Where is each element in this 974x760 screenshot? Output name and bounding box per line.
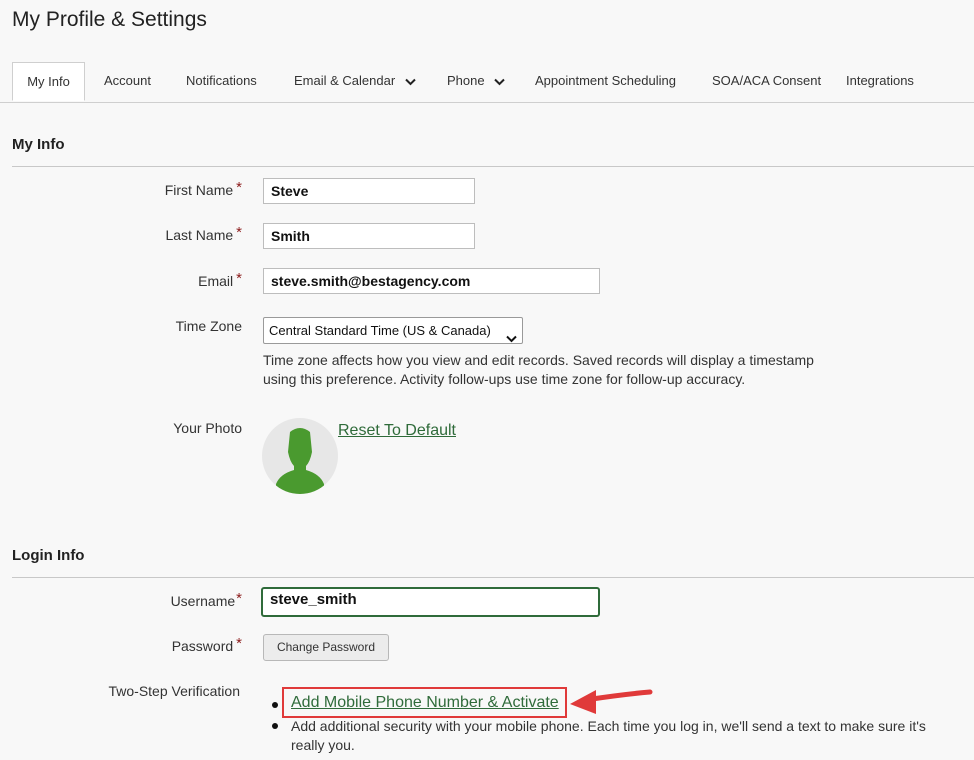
tab-label: SOA/ACA Consent bbox=[712, 73, 822, 88]
tab-appointment-scheduling[interactable]: Appointment Scheduling bbox=[535, 62, 676, 101]
tab-label: Phone bbox=[447, 73, 485, 88]
tab-label: Email & Calendar bbox=[294, 73, 396, 88]
username-field[interactable]: steve_smith bbox=[261, 587, 600, 617]
tab-label: Account bbox=[104, 73, 151, 88]
email-field[interactable]: steve.smith@bestagency.com bbox=[263, 268, 600, 294]
divider bbox=[12, 577, 974, 578]
required-mark: * bbox=[236, 179, 242, 196]
tab-notifications[interactable]: Notifications bbox=[186, 62, 257, 101]
bullet bbox=[272, 702, 278, 708]
red-arrow-icon bbox=[570, 689, 653, 714]
tab-integrations[interactable]: Integrations bbox=[846, 62, 914, 101]
email-label: Email * bbox=[198, 270, 242, 289]
username-label: Username* bbox=[170, 590, 242, 609]
first-name-field[interactable]: Steve bbox=[263, 178, 475, 204]
password-label: Password * bbox=[171, 635, 242, 654]
change-password-button[interactable]: Change Password bbox=[263, 634, 389, 661]
tab-soa-aca-consent[interactable]: SOA/ACA Consent bbox=[712, 62, 821, 101]
required-mark: * bbox=[236, 270, 242, 287]
tab-phone[interactable]: Phone bbox=[447, 62, 505, 101]
section-title-my-info: My Info bbox=[12, 136, 65, 153]
time-zone-select[interactable]: Central Standard Time (US & Canada) bbox=[263, 317, 523, 344]
tab-account[interactable]: Account bbox=[104, 62, 151, 101]
user-silhouette-icon bbox=[276, 428, 324, 494]
two-step-label: Two-Step Verification bbox=[108, 683, 240, 699]
divider bbox=[12, 166, 974, 167]
tab-label: My Info bbox=[27, 74, 70, 89]
two-step-description: Add additional security with your mobile… bbox=[291, 718, 926, 753]
required-mark: * bbox=[236, 224, 242, 241]
time-zone-selected: Central Standard Time (US & Canada) bbox=[269, 323, 491, 338]
chevron-down-icon bbox=[405, 63, 416, 101]
annotation-highlight bbox=[282, 687, 567, 718]
tab-label: Notifications bbox=[186, 73, 257, 88]
required-mark: * bbox=[236, 635, 242, 652]
time-zone-help-text: Time zone affects how you view and edit … bbox=[263, 352, 814, 387]
tab-email-calendar[interactable]: Email & Calendar bbox=[294, 62, 416, 101]
tab-bar: My Info Account Notifications Email & Ca… bbox=[0, 62, 974, 103]
required-mark: * bbox=[236, 590, 242, 607]
photo-label: Your Photo bbox=[173, 420, 242, 436]
last-name-label: Last Name * bbox=[165, 224, 242, 243]
reset-photo-link[interactable]: Reset To Default bbox=[338, 422, 456, 440]
time-zone-label: Time Zone bbox=[175, 318, 242, 334]
chevron-down-icon bbox=[506, 326, 517, 351]
page-title: My Profile & Settings bbox=[12, 8, 207, 31]
bullet bbox=[272, 723, 278, 729]
tab-my-info[interactable]: My Info bbox=[12, 62, 85, 101]
first-name-label: First Name * bbox=[164, 179, 242, 198]
chevron-down-icon bbox=[494, 63, 505, 101]
list-item: Add additional security with your mobile… bbox=[272, 717, 962, 755]
tab-label: Appointment Scheduling bbox=[535, 73, 676, 88]
tab-label: Integrations bbox=[846, 73, 914, 88]
last-name-field[interactable]: Smith bbox=[263, 223, 475, 249]
section-title-login-info: Login Info bbox=[12, 547, 85, 564]
avatar bbox=[262, 418, 338, 494]
